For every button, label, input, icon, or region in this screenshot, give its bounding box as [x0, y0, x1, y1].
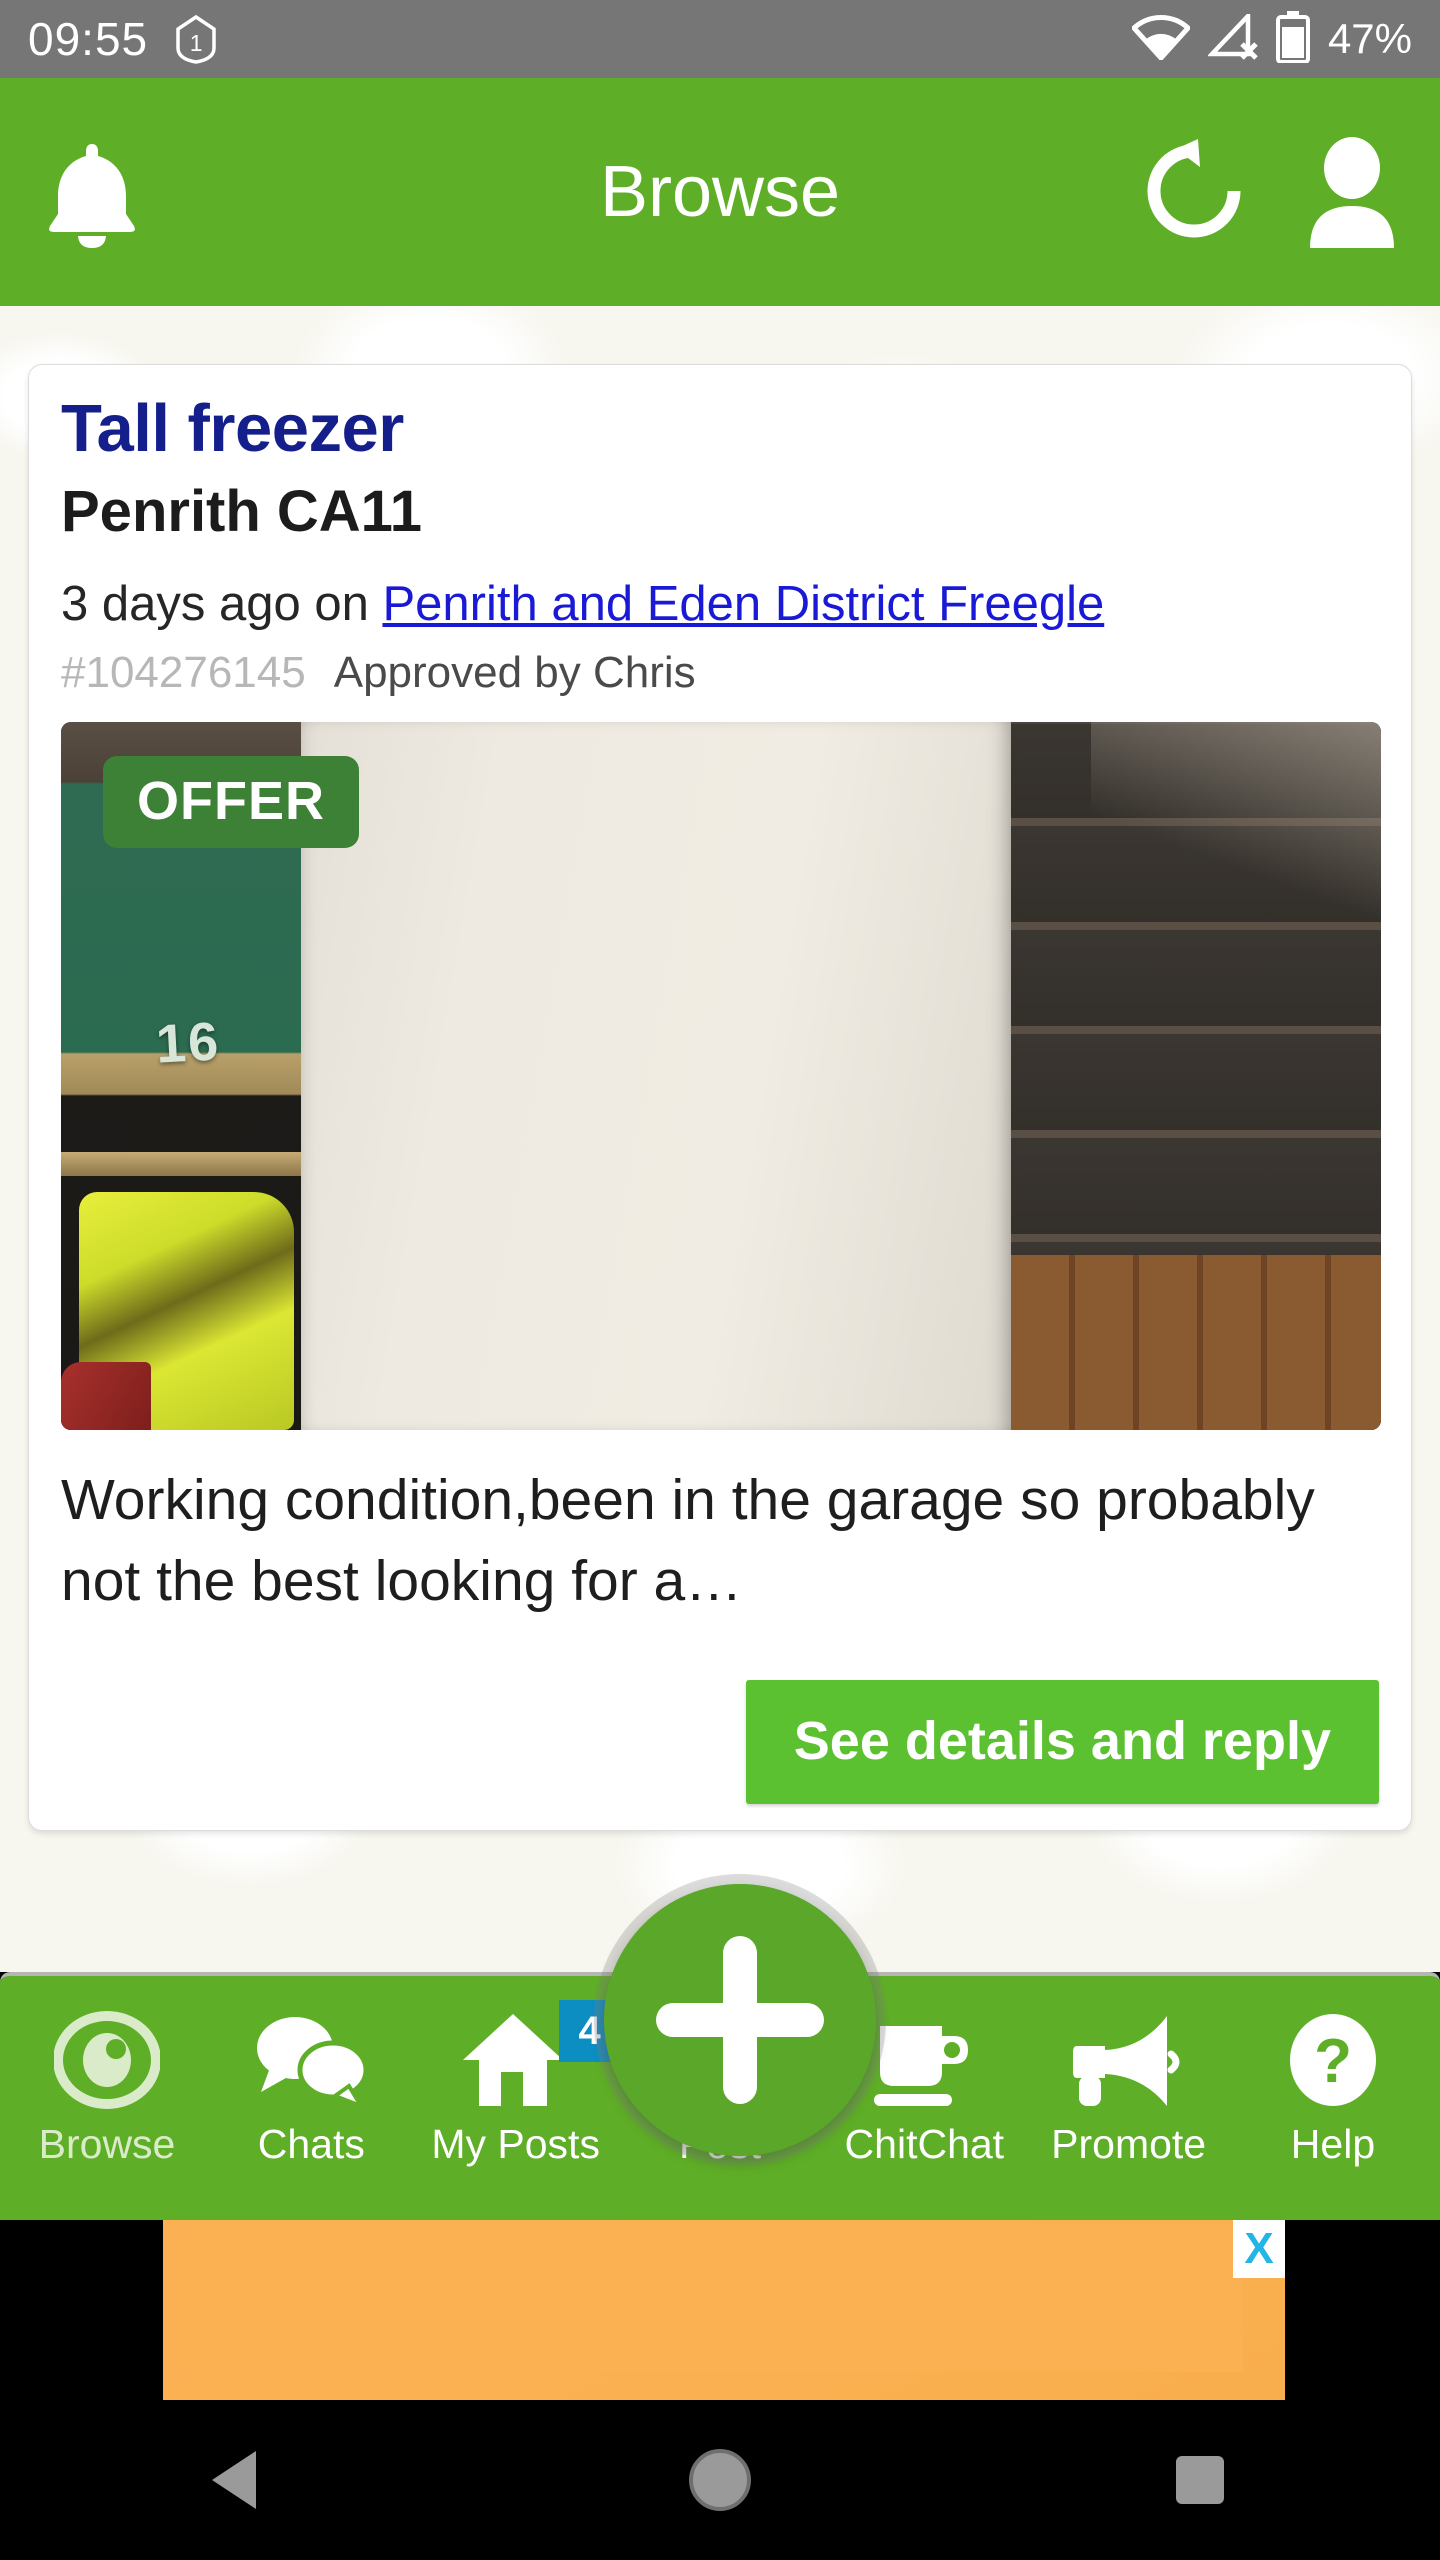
status-badge: OFFER	[103, 756, 359, 849]
photo-red-cloth	[61, 1362, 151, 1431]
close-icon[interactable]: X	[1233, 2220, 1285, 2278]
svg-text:?: ?	[1314, 2027, 1352, 2096]
cellular-no-signal-icon	[1206, 9, 1258, 65]
photo-bin-number: 16	[154, 1011, 222, 1075]
post-meta: 3 days ago on Penrith and Eden District …	[61, 575, 1379, 634]
nav-label-promote: Promote	[1051, 2121, 1207, 2167]
post-actions: See details and reply	[61, 1680, 1379, 1804]
nav-label-chats: Chats	[257, 2121, 365, 2167]
post-card[interactable]: Tall freezer Penrith CA11 3 days ago on …	[28, 364, 1412, 1831]
recents-square-icon[interactable]	[1100, 2400, 1300, 2560]
shield-badge-count: 1	[189, 29, 203, 56]
post-age-label: 3 days ago on	[61, 576, 383, 631]
android-navigation-bar	[0, 2400, 1440, 2560]
post-location: Penrith CA11	[61, 479, 422, 545]
post-submeta: #104276145 Approved by Chris	[61, 647, 1379, 700]
status-bar: 09:55 1 47%	[0, 0, 1440, 78]
ad-banner[interactable]: X	[163, 2220, 1285, 2400]
question-mark-icon: ?	[1283, 2004, 1383, 2116]
refresh-icon[interactable]	[1142, 137, 1246, 247]
post-fab-button[interactable]	[604, 1884, 876, 2156]
post-photo[interactable]: 16 OFFER	[61, 722, 1381, 1431]
house-icon: 4	[461, 2000, 621, 2116]
nav-label-chitchat: ChitChat	[844, 2121, 1005, 2167]
post-approved-by: Approved by Chris	[333, 648, 696, 698]
nav-label-my-posts: My Posts	[431, 2121, 600, 2167]
photo-freezer	[301, 722, 1011, 1431]
phone-screen: 09:55 1 47% Browse Tall freezer Penrith …	[0, 0, 1440, 2560]
chat-bubbles-icon	[253, 2004, 369, 2116]
wifi-icon	[1130, 14, 1192, 65]
status-bar-indicators: 47%	[1130, 9, 1412, 68]
see-details-and-reply-button[interactable]: See details and reply	[745, 1680, 1379, 1804]
back-triangle-icon[interactable]	[140, 2400, 340, 2560]
coffee-mug-icon	[868, 2004, 980, 2116]
photo-corner-highlight	[1091, 722, 1381, 923]
battery-icon	[1275, 10, 1310, 68]
status-bar-clock: 09:55	[28, 13, 149, 65]
group-link[interactable]: Penrith and Eden District Freegle	[382, 577, 1104, 631]
app-bar: Browse	[0, 78, 1440, 306]
post-title: Tall freezer	[61, 391, 404, 466]
nav-item-my-posts[interactable]: 4 My Posts	[423, 2000, 621, 2167]
person-icon[interactable]	[1302, 136, 1402, 248]
nav-item-promote[interactable]: Promote	[1036, 2004, 1222, 2165]
home-circle-icon[interactable]	[620, 2400, 820, 2560]
photo-shelf	[61, 1152, 331, 1177]
megaphone-icon	[1071, 2004, 1187, 2116]
notification-shield-icon: 1	[174, 14, 218, 64]
eye-icon	[54, 2004, 160, 2116]
bell-icon[interactable]	[38, 136, 146, 248]
nav-label-browse: Browse	[38, 2121, 176, 2167]
post-id: #104276145	[61, 648, 306, 698]
nav-item-browse[interactable]: Browse	[14, 2004, 200, 2165]
nav-item-chats[interactable]: Chats	[218, 2004, 404, 2165]
battery-percent-label: 47%	[1327, 15, 1412, 62]
nav-label-help: Help	[1290, 2121, 1376, 2167]
nav-item-help[interactable]: ? Help	[1240, 2004, 1426, 2165]
ad-content[interactable]	[181, 2230, 1243, 2372]
plus-icon-vertical	[723, 1936, 757, 2104]
post-description: Working condition,been in the garage so …	[61, 1468, 1315, 1614]
